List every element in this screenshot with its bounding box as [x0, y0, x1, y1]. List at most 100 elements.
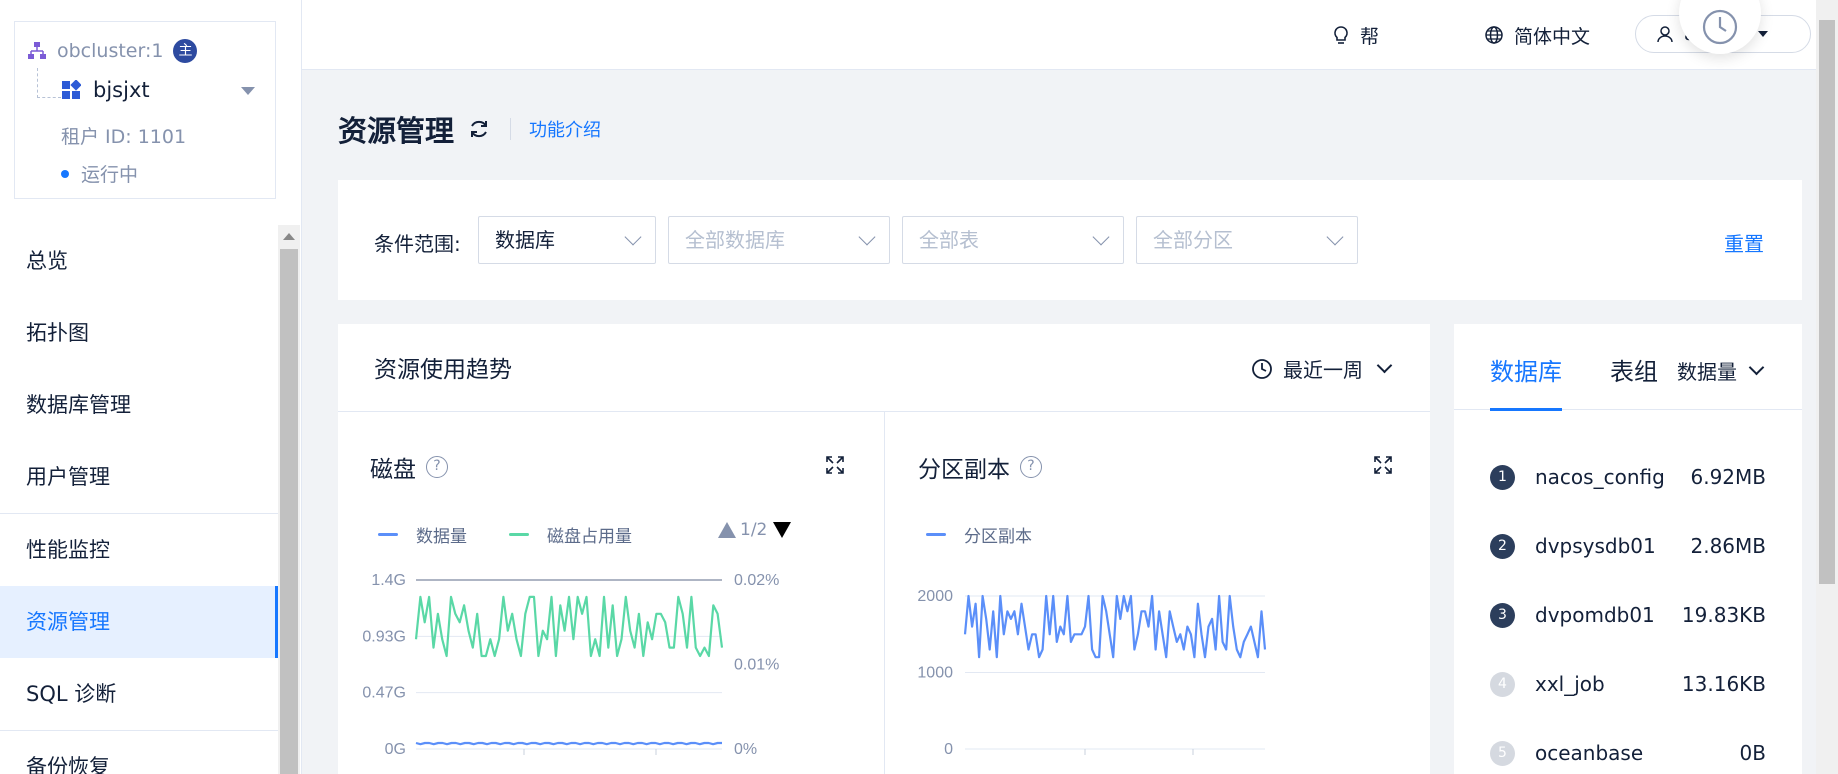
tenant-dropdown-caret-icon[interactable]	[241, 87, 255, 95]
y2-tick-label: 0.02%	[734, 572, 779, 589]
help-question-icon[interactable]: ?	[426, 456, 448, 478]
legend-swatch	[378, 533, 398, 536]
database-size: 6.92MB	[1690, 465, 1766, 489]
sidebar-scrollbar[interactable]	[278, 225, 300, 774]
nav-item-performance[interactable]: 性能监控	[0, 514, 278, 586]
y-tick-label: 1.4G	[371, 572, 406, 589]
user-icon	[1657, 26, 1673, 43]
nav-item-topology[interactable]: 拓扑图	[0, 297, 278, 369]
clock-icon	[1252, 358, 1272, 379]
tab-active-indicator	[1490, 408, 1562, 411]
status-text: 运行中	[81, 164, 139, 186]
table-placeholder: 全部表	[919, 228, 979, 252]
database-select[interactable]: 全部数据库	[668, 216, 890, 264]
language-label: 简体中文	[1514, 25, 1591, 48]
y2-tick-label: 0.01%	[734, 657, 779, 674]
primary-badge: 主	[173, 39, 198, 63]
globe-icon	[1485, 26, 1503, 44]
database-size: 19.83KB	[1681, 603, 1766, 627]
nav-item-users[interactable]: 用户管理	[0, 441, 278, 513]
page-scrollbar[interactable]	[1816, 0, 1838, 774]
scroll-up-icon[interactable]	[283, 233, 295, 240]
title-separator	[510, 118, 512, 140]
help-question-icon[interactable]: ?	[1020, 456, 1042, 478]
page-scrollbar-thumb[interactable]	[1819, 20, 1835, 584]
nav-item-database[interactable]: 数据库管理	[0, 369, 278, 441]
cluster-name: obcluster:1	[57, 40, 164, 62]
y-tick-label: 0G	[385, 741, 406, 758]
nav-item-overview[interactable]: 总览	[0, 225, 278, 297]
tenant-name: bjsjxt	[93, 78, 150, 102]
help-menu[interactable]: 帮	[1332, 0, 1379, 70]
rank-badge: 5	[1490, 740, 1515, 766]
chevron-down-icon	[1748, 359, 1765, 376]
help-label: 帮	[1360, 25, 1380, 48]
pager-down-icon[interactable]	[773, 522, 792, 538]
expand-icon[interactable]	[1374, 456, 1392, 474]
legend-swatch	[509, 533, 529, 536]
tree-connector	[37, 68, 61, 98]
database-name: nacos_config	[1535, 465, 1665, 489]
tenant-row[interactable]: bjsjxt	[61, 78, 150, 102]
sidebar: obcluster:1 主 bjsjxt 租户 ID: 1101 运行中 总览 …	[0, 0, 302, 774]
lightbulb-icon	[1334, 26, 1348, 44]
ranking-row[interactable]: 3 dvpomdb01 19.83KB	[1490, 600, 1766, 630]
time-range-select[interactable]: 最近一周	[1251, 354, 1393, 383]
disk-panel-title: 磁盘 ?	[370, 450, 448, 484]
tenant-id: 租户 ID: 1101	[61, 126, 187, 148]
database-size: 13.16KB	[1681, 672, 1766, 696]
clock-icon	[1702, 9, 1738, 45]
rank-badge: 2	[1490, 533, 1515, 559]
database-name: xxl_job	[1535, 672, 1605, 696]
replica-chart: 2000 1000 0	[917, 588, 1267, 758]
metric-value: 数据量	[1677, 360, 1737, 384]
cluster-row[interactable]: obcluster:1 主	[27, 39, 198, 63]
nav-item-resource[interactable]: 资源管理	[0, 586, 278, 658]
side-nav: 总览 拓扑图 数据库管理 用户管理 性能监控 资源管理 SQL 诊断 备份恢复	[0, 225, 278, 774]
y-tick-label: 0.47G	[362, 685, 406, 702]
tenant-status: 运行中	[61, 160, 138, 187]
ranking-row[interactable]: 1 nacos_config 6.92MB	[1490, 462, 1766, 492]
data-volume-line	[415, 741, 722, 746]
ranking-row[interactable]: 2 dvpsysdb01 2.86MB	[1490, 531, 1766, 561]
rank-badge: 4	[1490, 671, 1515, 697]
legend-swatch	[926, 533, 946, 536]
language-switch[interactable]: 简体中文	[1484, 0, 1590, 70]
reset-button[interactable]: 重置	[1724, 228, 1764, 257]
database-name: oceanbase	[1535, 741, 1644, 765]
rank-badge: 1	[1490, 464, 1515, 490]
nav-item-backup[interactable]: 备份恢复	[0, 731, 278, 774]
trend-title: 资源使用趋势	[374, 357, 512, 383]
replica-line	[963, 594, 1267, 659]
filter-label: 条件范围:	[374, 232, 461, 256]
feature-intro-link[interactable]: 功能介绍	[529, 116, 601, 142]
metric-select[interactable]: 数据量	[1677, 356, 1765, 385]
resource-trend-card: 资源使用趋势 最近一周 磁盘 ? 数据量 磁盘占用量 1/2 1.4G 0.93G…	[338, 324, 1430, 774]
expand-icon[interactable]	[826, 456, 844, 474]
partition-placeholder: 全部分区	[1153, 228, 1233, 252]
replica-title: 分区副本	[918, 457, 1010, 483]
table-select[interactable]: 全部表	[902, 216, 1124, 264]
ranking-row[interactable]: 4 xxl_job 13.16KB	[1490, 669, 1766, 699]
scope-value: 数据库	[495, 228, 555, 252]
database-name: dvpomdb01	[1535, 603, 1655, 627]
nav-item-sql-diagnosis[interactable]: SQL 诊断	[0, 658, 278, 730]
cluster-icon	[28, 42, 46, 59]
scope-select[interactable]: 数据库	[478, 216, 656, 264]
disk-chart: 1.4G 0.93G 0.47G 0G 0.02% 0.01% 0%	[362, 572, 779, 758]
legend-pager: 1/2	[718, 520, 792, 540]
page-title: 资源管理	[338, 114, 455, 148]
pager-text: 1/2	[740, 520, 768, 540]
caret-down-icon	[1757, 31, 1768, 37]
pager-up-icon[interactable]	[718, 522, 736, 538]
refresh-icon[interactable]	[468, 118, 490, 140]
trend-header: 资源使用趋势 最近一周	[338, 324, 1430, 412]
chevron-down-icon	[1326, 228, 1344, 246]
tenant-card: obcluster:1 主 bjsjxt 租户 ID: 1101 运行中	[14, 21, 276, 199]
partition-select[interactable]: 全部分区	[1136, 216, 1358, 264]
tab-tablegroup[interactable]: 表组	[1610, 352, 1658, 387]
tab-database[interactable]: 数据库	[1490, 352, 1562, 387]
scrollbar-thumb[interactable]	[280, 249, 298, 774]
ranking-row[interactable]: 5 oceanbase 0B	[1490, 738, 1766, 768]
rank-badge: 3	[1490, 602, 1515, 628]
